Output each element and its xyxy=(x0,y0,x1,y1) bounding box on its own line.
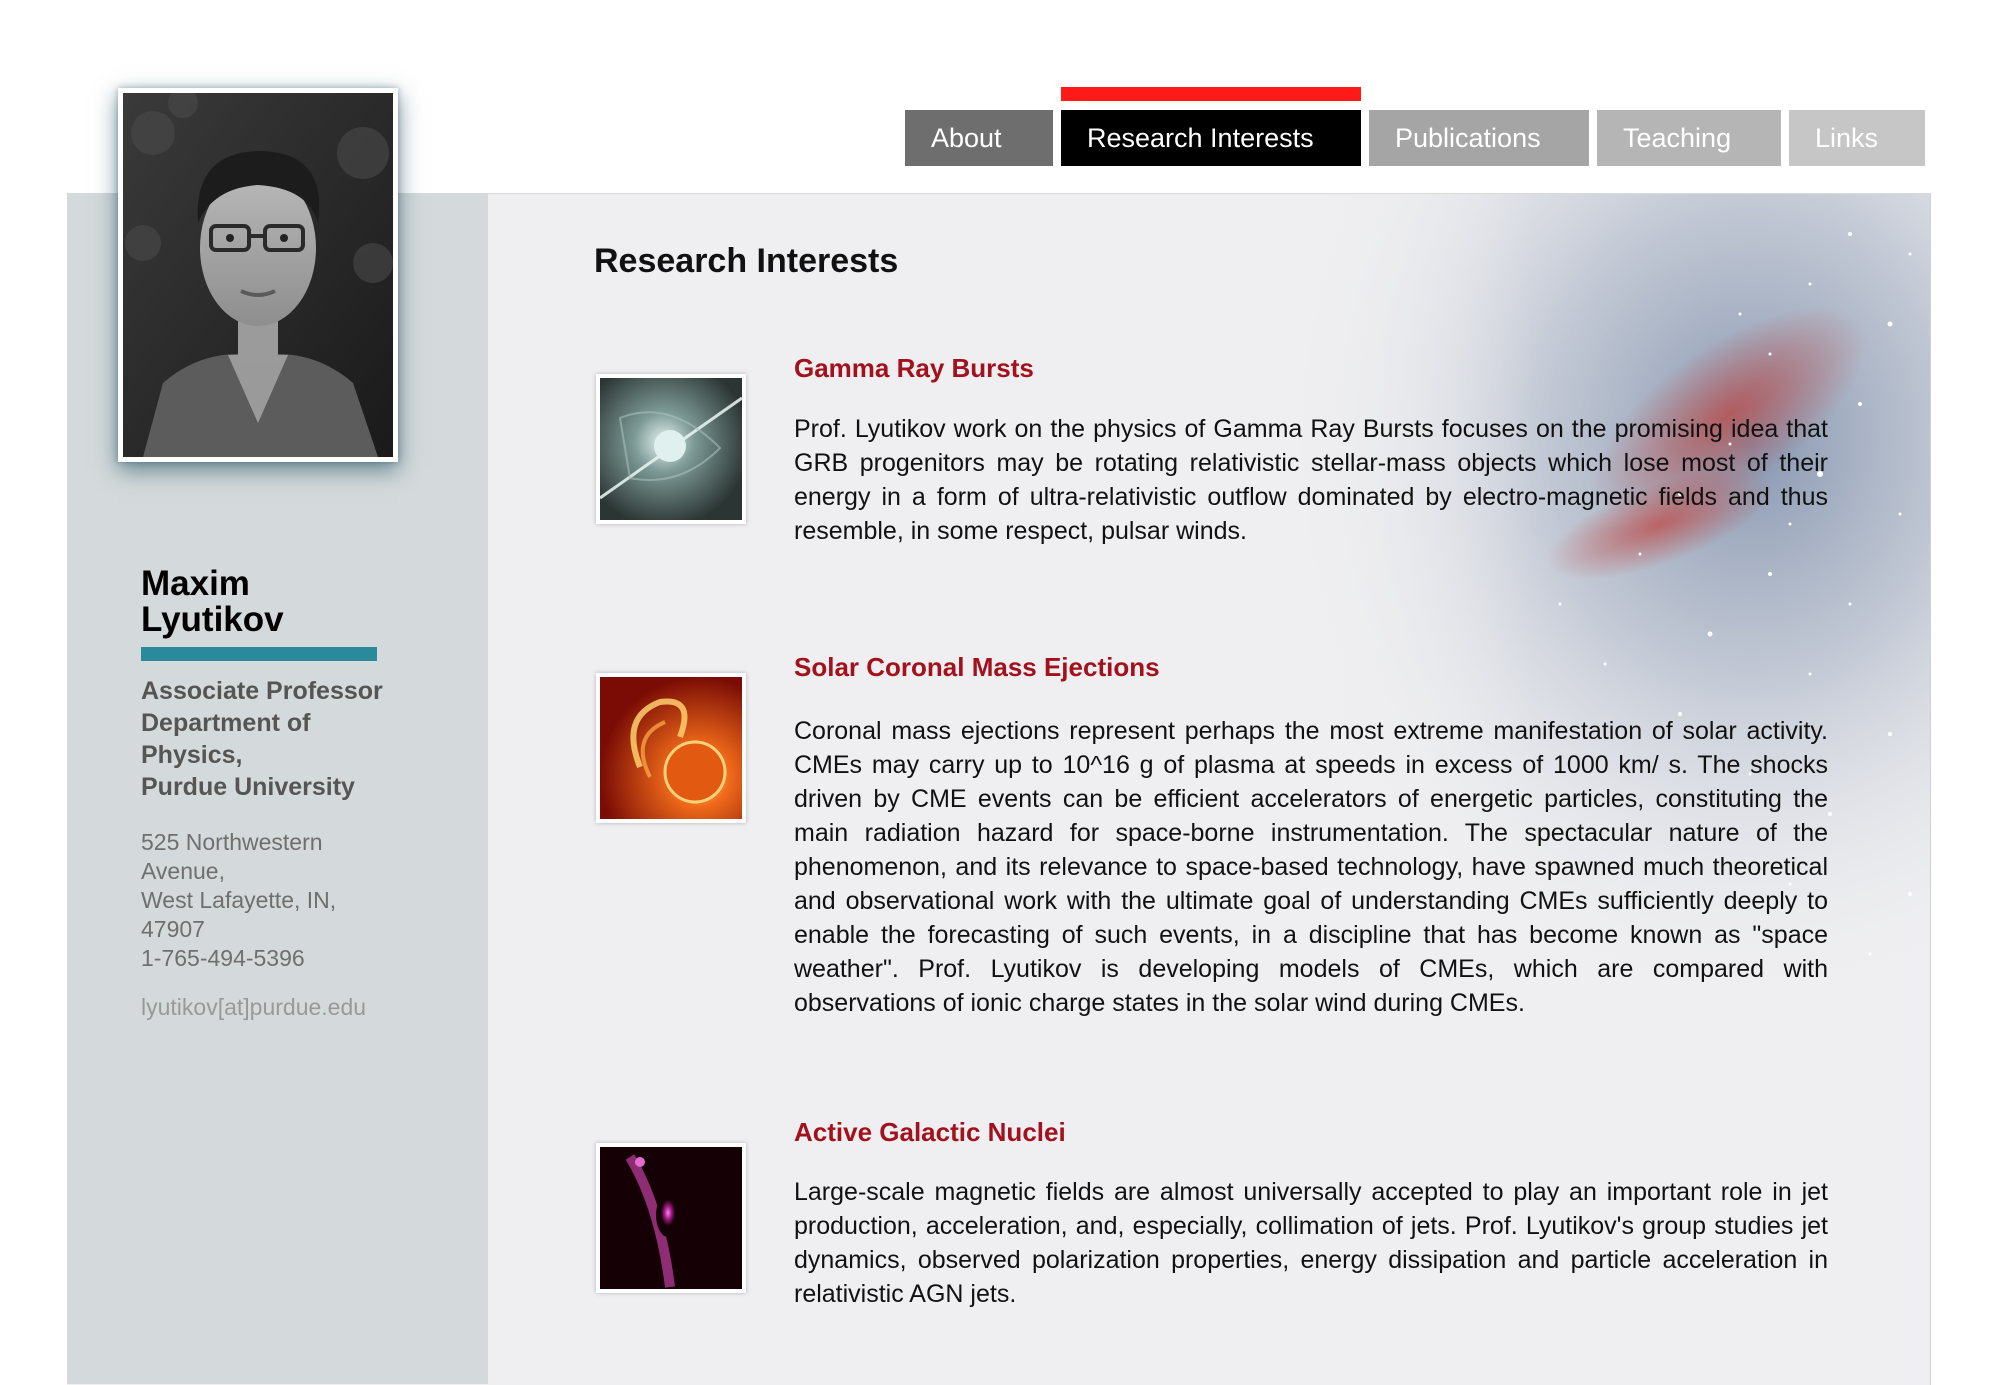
section-title-active-galactic-nuclei[interactable]: Active Galactic Nuclei xyxy=(794,1117,1066,1148)
title-line: Physics, xyxy=(141,741,243,769)
section-title-gamma-ray-bursts[interactable]: Gamma Ray Bursts xyxy=(794,353,1034,384)
main-nav: About Research Interests Publications Te… xyxy=(905,87,1925,166)
nav-about[interactable]: About xyxy=(905,110,1053,166)
nav-links[interactable]: Links xyxy=(1789,110,1925,166)
section-body-gamma-ray-bursts: Prof. Lyutikov work on the physics of Ga… xyxy=(794,415,1828,545)
section-title-solar-coronal-mass-ejections[interactable]: Solar Coronal Mass Ejections xyxy=(794,652,1160,683)
section-body-active-galactic-nuclei: Large-scale magnetic fields are almost u… xyxy=(794,1178,1828,1308)
email-link[interactable]: lyutikov[at]purdue.edu xyxy=(141,994,366,1021)
solar-cme-image xyxy=(596,673,746,823)
nav-research-interests[interactable]: Research Interests xyxy=(1061,87,1361,166)
profile-title: Associate Professor Department of Physic… xyxy=(141,675,411,803)
nav-publications[interactable]: Publications xyxy=(1369,110,1589,166)
profile-address: 525 Northwestern Avenue, West Lafayette,… xyxy=(141,828,371,973)
section-body-solar-coronal-mass-ejections: Coronal mass ejections represent perhaps… xyxy=(794,717,1828,1017)
phone-number: 1-765-494-5396 xyxy=(141,945,305,971)
profile-name: Maxim Lyutikov xyxy=(141,566,381,638)
title-line: Purdue University xyxy=(141,773,355,801)
page-title: Research Interests xyxy=(594,242,899,280)
address-line: 525 Northwestern xyxy=(141,829,323,855)
address-line: Avenue, xyxy=(141,858,225,884)
address-line: West Lafayette, IN, xyxy=(141,887,337,913)
agn-jet-image xyxy=(596,1143,746,1293)
title-line: Associate Professor xyxy=(141,677,383,705)
last-name: Lyutikov xyxy=(141,600,284,639)
title-line: Department of xyxy=(141,709,311,737)
nav-teaching[interactable]: Teaching xyxy=(1597,110,1781,166)
profile-photo xyxy=(118,88,398,462)
address-line: 47907 xyxy=(141,916,205,942)
name-underline xyxy=(141,647,377,661)
gamma-ray-burst-image xyxy=(596,374,746,524)
first-name: Maxim xyxy=(141,564,250,603)
